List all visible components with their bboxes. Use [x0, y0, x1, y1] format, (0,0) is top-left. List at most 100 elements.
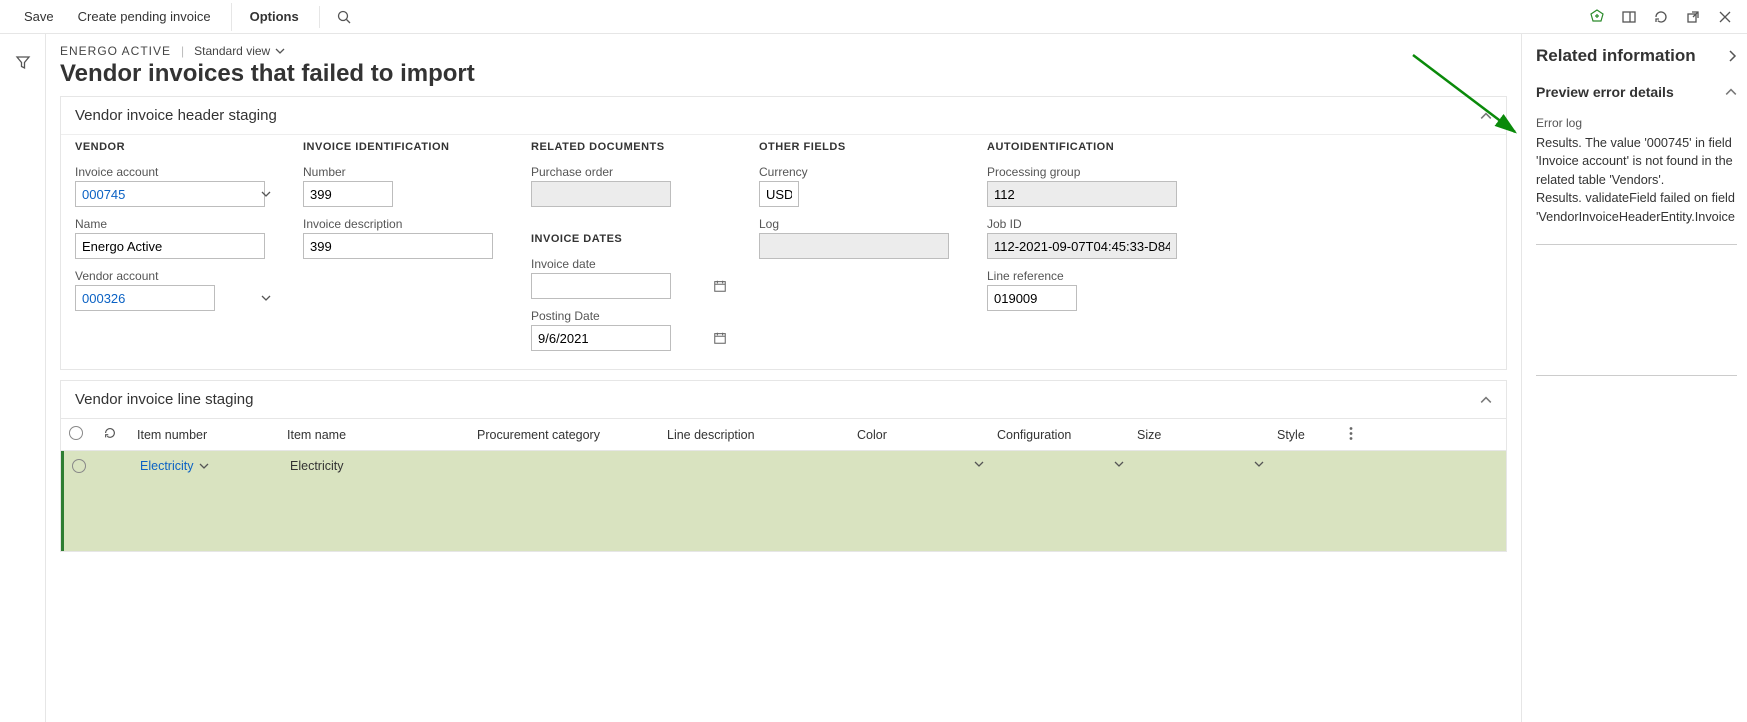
log-field	[759, 233, 949, 259]
job-id-field	[987, 233, 1177, 259]
grid-body: Electricity Electricity	[61, 451, 1506, 551]
label-processing-group: Processing group	[987, 165, 1187, 179]
popout-icon	[1685, 9, 1701, 25]
related-info-panel: Related information Preview error detail…	[1522, 34, 1747, 722]
chevron-up-icon	[1480, 394, 1492, 406]
grid-header-row: Item number Item name Procurement catego…	[61, 419, 1506, 451]
col-style[interactable]: Style	[1277, 428, 1305, 442]
calendar-icon	[713, 279, 727, 293]
table-row[interactable]: Electricity Electricity	[64, 451, 1506, 483]
name-field[interactable]	[75, 233, 265, 259]
options-label: Options	[250, 9, 299, 24]
cell-item-name: Electricity	[282, 459, 472, 473]
preview-error-title: Preview error details	[1536, 84, 1674, 100]
label-invoice-date: Invoice date	[531, 257, 731, 271]
calendar-icon	[713, 331, 727, 345]
invoice-account-field[interactable]	[75, 181, 265, 207]
invoice-desc-field[interactable]	[303, 233, 493, 259]
command-separator	[319, 6, 320, 28]
col-proc-cat[interactable]: Procurement category	[469, 428, 659, 442]
attachments-button[interactable]	[1583, 3, 1611, 31]
breadcrumb: ENERGO ACTIVE | Standard view	[46, 44, 1521, 60]
line-ref-field[interactable]	[987, 285, 1077, 311]
search-icon	[336, 9, 352, 25]
breadcrumb-entity: ENERGO ACTIVE	[60, 44, 171, 58]
filter-column	[0, 34, 46, 722]
chevron-down-icon[interactable]	[1254, 459, 1264, 469]
header-staging-title: Vendor invoice header staging	[75, 107, 277, 124]
label-job-id: Job ID	[987, 217, 1187, 231]
refresh-button[interactable]	[1647, 3, 1675, 31]
filter-button[interactable]	[9, 48, 37, 76]
group-auto: AUTOIDENTIFICATION	[987, 141, 1187, 153]
invoice-date-field[interactable]	[531, 273, 671, 299]
refresh-icon	[1653, 9, 1669, 25]
options-button[interactable]: Options	[231, 3, 309, 31]
chevron-up-icon	[1725, 86, 1737, 98]
refresh-icon[interactable]	[103, 426, 117, 440]
processing-group-field	[987, 181, 1177, 207]
line-staging-section: Vendor invoice line staging Item number …	[60, 380, 1507, 552]
column-menu-button[interactable]	[1349, 426, 1353, 443]
attachments-icon	[1589, 9, 1605, 25]
page-title: Vendor invoices that failed to import	[46, 60, 1521, 96]
chevron-down-icon[interactable]	[1114, 459, 1124, 469]
related-info-title: Related information	[1536, 46, 1696, 66]
side-divider	[1536, 375, 1737, 376]
preview-error-toggle[interactable]: Preview error details	[1536, 84, 1737, 100]
number-field[interactable]	[303, 181, 393, 207]
view-selector[interactable]: Standard view	[194, 44, 285, 58]
col-size[interactable]: Size	[1129, 428, 1269, 442]
search-button[interactable]	[330, 3, 358, 31]
line-staging-toggle[interactable]: Vendor invoice line staging	[61, 381, 1506, 418]
error-log-text: Results. The value '000745' in field 'In…	[1536, 134, 1737, 226]
header-staging-toggle[interactable]: Vendor invoice header staging	[61, 97, 1506, 134]
side-divider	[1536, 244, 1737, 245]
label-posting-date: Posting Date	[531, 309, 731, 323]
line-grid: Item number Item name Procurement catego…	[61, 418, 1506, 551]
chevron-down-icon[interactable]	[974, 459, 984, 469]
panel-icon	[1621, 9, 1637, 25]
create-pending-label: Create pending invoice	[78, 9, 211, 24]
view-label: Standard view	[194, 44, 270, 58]
group-related-docs: RELATED DOCUMENTS	[531, 141, 731, 153]
content-column: ENERGO ACTIVE | Standard view Vendor inv…	[46, 34, 1522, 722]
header-staging-section: Vendor invoice header staging VENDOR Inv…	[60, 96, 1507, 370]
chevron-up-icon	[1480, 110, 1492, 122]
chevron-down-icon[interactable]	[199, 461, 209, 471]
create-pending-invoice-button[interactable]: Create pending invoice	[68, 3, 221, 31]
chevron-right-icon[interactable]	[1727, 49, 1737, 63]
purchase-order-field	[531, 181, 671, 207]
more-vertical-icon	[1349, 426, 1353, 440]
close-button[interactable]	[1711, 3, 1739, 31]
row-select-radio[interactable]	[72, 459, 86, 473]
label-number: Number	[303, 165, 503, 179]
label-log: Log	[759, 217, 959, 231]
chevron-down-icon	[275, 46, 285, 56]
group-vendor: VENDOR	[75, 141, 275, 153]
label-purchase-order: Purchase order	[531, 165, 731, 179]
col-item-number[interactable]: Item number	[129, 428, 279, 442]
label-invoice-desc: Invoice description	[303, 217, 503, 231]
label-name: Name	[75, 217, 275, 231]
col-item-name[interactable]: Item name	[279, 428, 469, 442]
line-staging-title: Vendor invoice line staging	[75, 391, 253, 408]
filter-icon	[15, 54, 31, 70]
col-color[interactable]: Color	[849, 428, 989, 442]
col-line-desc[interactable]: Line description	[659, 428, 849, 442]
save-button[interactable]: Save	[8, 3, 64, 31]
popout-button[interactable]	[1679, 3, 1707, 31]
group-invoice-id: INVOICE IDENTIFICATION	[303, 141, 503, 153]
posting-date-field[interactable]	[531, 325, 671, 351]
currency-field[interactable]	[759, 181, 799, 207]
breadcrumb-sep: |	[181, 44, 184, 58]
close-icon	[1717, 9, 1733, 25]
col-config[interactable]: Configuration	[989, 428, 1129, 442]
cell-item-number[interactable]: Electricity	[140, 459, 193, 473]
related-info-toggle-button[interactable]	[1615, 3, 1643, 31]
select-all-radio[interactable]	[69, 426, 83, 440]
command-bar: Save Create pending invoice Options	[0, 0, 1747, 34]
group-invoice-dates: INVOICE DATES	[531, 233, 731, 245]
group-other: OTHER FIELDS	[759, 141, 959, 153]
vendor-account-field[interactable]	[75, 285, 215, 311]
